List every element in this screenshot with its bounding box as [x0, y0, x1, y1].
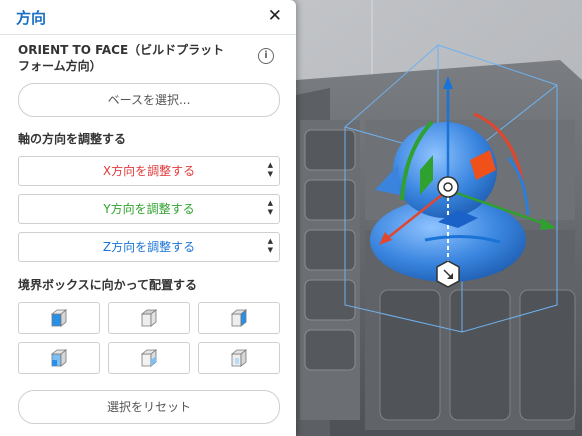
cube-face-icon [230, 309, 248, 327]
adjust-x-label: X方向を調整する [102, 164, 196, 178]
cube-face-icon [140, 309, 158, 327]
select-base-button[interactable]: ベースを選択... [18, 83, 280, 117]
rotate-handle-icon[interactable] [437, 176, 459, 198]
bbox-face-top-button[interactable] [108, 302, 190, 334]
bounding-box-title: 境界ボックスに向かって配置する [18, 278, 198, 292]
bbox-face-left-button[interactable] [198, 342, 280, 374]
stepper-arrows-icon[interactable]: ▲ ▼ [268, 199, 273, 217]
orient-title-line-2: フォーム方向） [18, 59, 102, 73]
cube-face-icon [50, 349, 68, 367]
reset-selection-button[interactable]: 選択をリセット [18, 390, 280, 424]
cube-face-icon [50, 309, 68, 327]
adjust-z-label: Z方向を調整する [102, 240, 196, 254]
orient-to-face-title: ORIENT TO FACE（ビルドプラット フォーム方向） [18, 42, 224, 74]
info-icon[interactable]: i [258, 48, 274, 64]
cube-face-icon [230, 349, 248, 367]
adjust-z-stepper[interactable]: Z方向を調整する ▲ ▼ [18, 232, 280, 262]
bbox-face-back-button[interactable] [108, 342, 190, 374]
adjust-y-label: Y方向を調整する [103, 202, 195, 216]
panel-header: 方向 ✕ [0, 0, 296, 35]
adjust-y-stepper[interactable]: Y方向を調整する ▲ ▼ [18, 194, 280, 224]
close-icon[interactable]: ✕ [268, 6, 282, 26]
cube-face-icon [140, 349, 158, 367]
panel-title: 方向 [16, 9, 47, 27]
adjust-x-stepper[interactable]: X方向を調整する ▲ ▼ [18, 156, 280, 186]
bbox-face-bottom-button[interactable] [18, 302, 100, 334]
stepper-arrows-icon[interactable]: ▲ ▼ [268, 161, 273, 179]
bbox-face-front-button[interactable] [18, 342, 100, 374]
bbox-face-right-button[interactable] [198, 302, 280, 334]
orient-title-line-1: ORIENT TO FACE（ビルドプラット [18, 43, 225, 57]
adjust-axis-title: 軸の方向を調整する [18, 132, 127, 146]
move-handle-icon[interactable] [436, 260, 460, 288]
stepper-arrows-icon[interactable]: ▲ ▼ [268, 237, 273, 255]
orientation-panel: 方向 ✕ ORIENT TO FACE（ビルドプラット フォーム方向） i ベー… [0, 0, 296, 436]
